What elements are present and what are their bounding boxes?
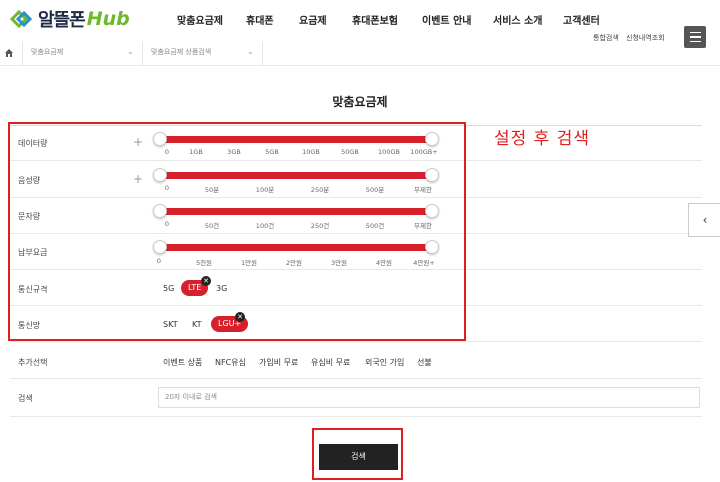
breadcrumb-item-1[interactable]: 맞춤요금제 [31, 47, 63, 59]
home-icon[interactable] [4, 48, 14, 58]
search-input[interactable]: 20자 이내로 검색 [158, 387, 700, 408]
annotation-text: 설정 후 검색 [494, 129, 591, 149]
nav-insurance[interactable]: 휴대폰보험 [352, 12, 398, 27]
chevron-down-icon[interactable]: ⌄ [247, 47, 254, 59]
annotation-highlight-box [8, 122, 466, 341]
search-button[interactable]: 검색 [319, 444, 398, 470]
nav-support[interactable]: 고객센터 [563, 12, 600, 27]
breadcrumb-item-2[interactable]: 맞춤요금제 상품검색 [151, 47, 211, 59]
extra-option-free-usim[interactable]: 유심비 무료 [311, 357, 350, 368]
nav-custom-plan[interactable]: 맞춤요금제 [177, 12, 223, 27]
nav-events[interactable]: 이벤트 안내 [422, 12, 471, 27]
extra-option-free-join[interactable]: 가입비 무료 [259, 357, 298, 368]
nav-phone[interactable]: 휴대폰 [246, 12, 274, 27]
logo-icon [9, 9, 33, 29]
extra-option-event[interactable]: 이벤트 상품 [163, 357, 202, 368]
breadcrumb [0, 42, 720, 66]
extra-option-prepaid[interactable]: 선불 [417, 357, 432, 368]
nav-plans[interactable]: 요금제 [299, 12, 327, 27]
logo[interactable]: 알뜰폰 Hub [8, 6, 130, 32]
nav-service[interactable]: 서비스 소개 [493, 12, 542, 27]
page-title: 맞춤요금제 [332, 95, 388, 109]
extra-label: 추가선택 [18, 358, 48, 367]
extra-option-nfc[interactable]: NFC유심 [215, 357, 246, 368]
chevron-left-icon[interactable]: ‹ [688, 203, 720, 237]
search-label: 검색 [18, 394, 33, 403]
logo-hub-text: Hub [86, 8, 130, 30]
logo-text: 알뜰폰 [38, 10, 86, 31]
extra-option-foreigner[interactable]: 외국인 가입 [365, 357, 404, 368]
chevron-down-icon[interactable]: ⌄ [127, 47, 134, 59]
